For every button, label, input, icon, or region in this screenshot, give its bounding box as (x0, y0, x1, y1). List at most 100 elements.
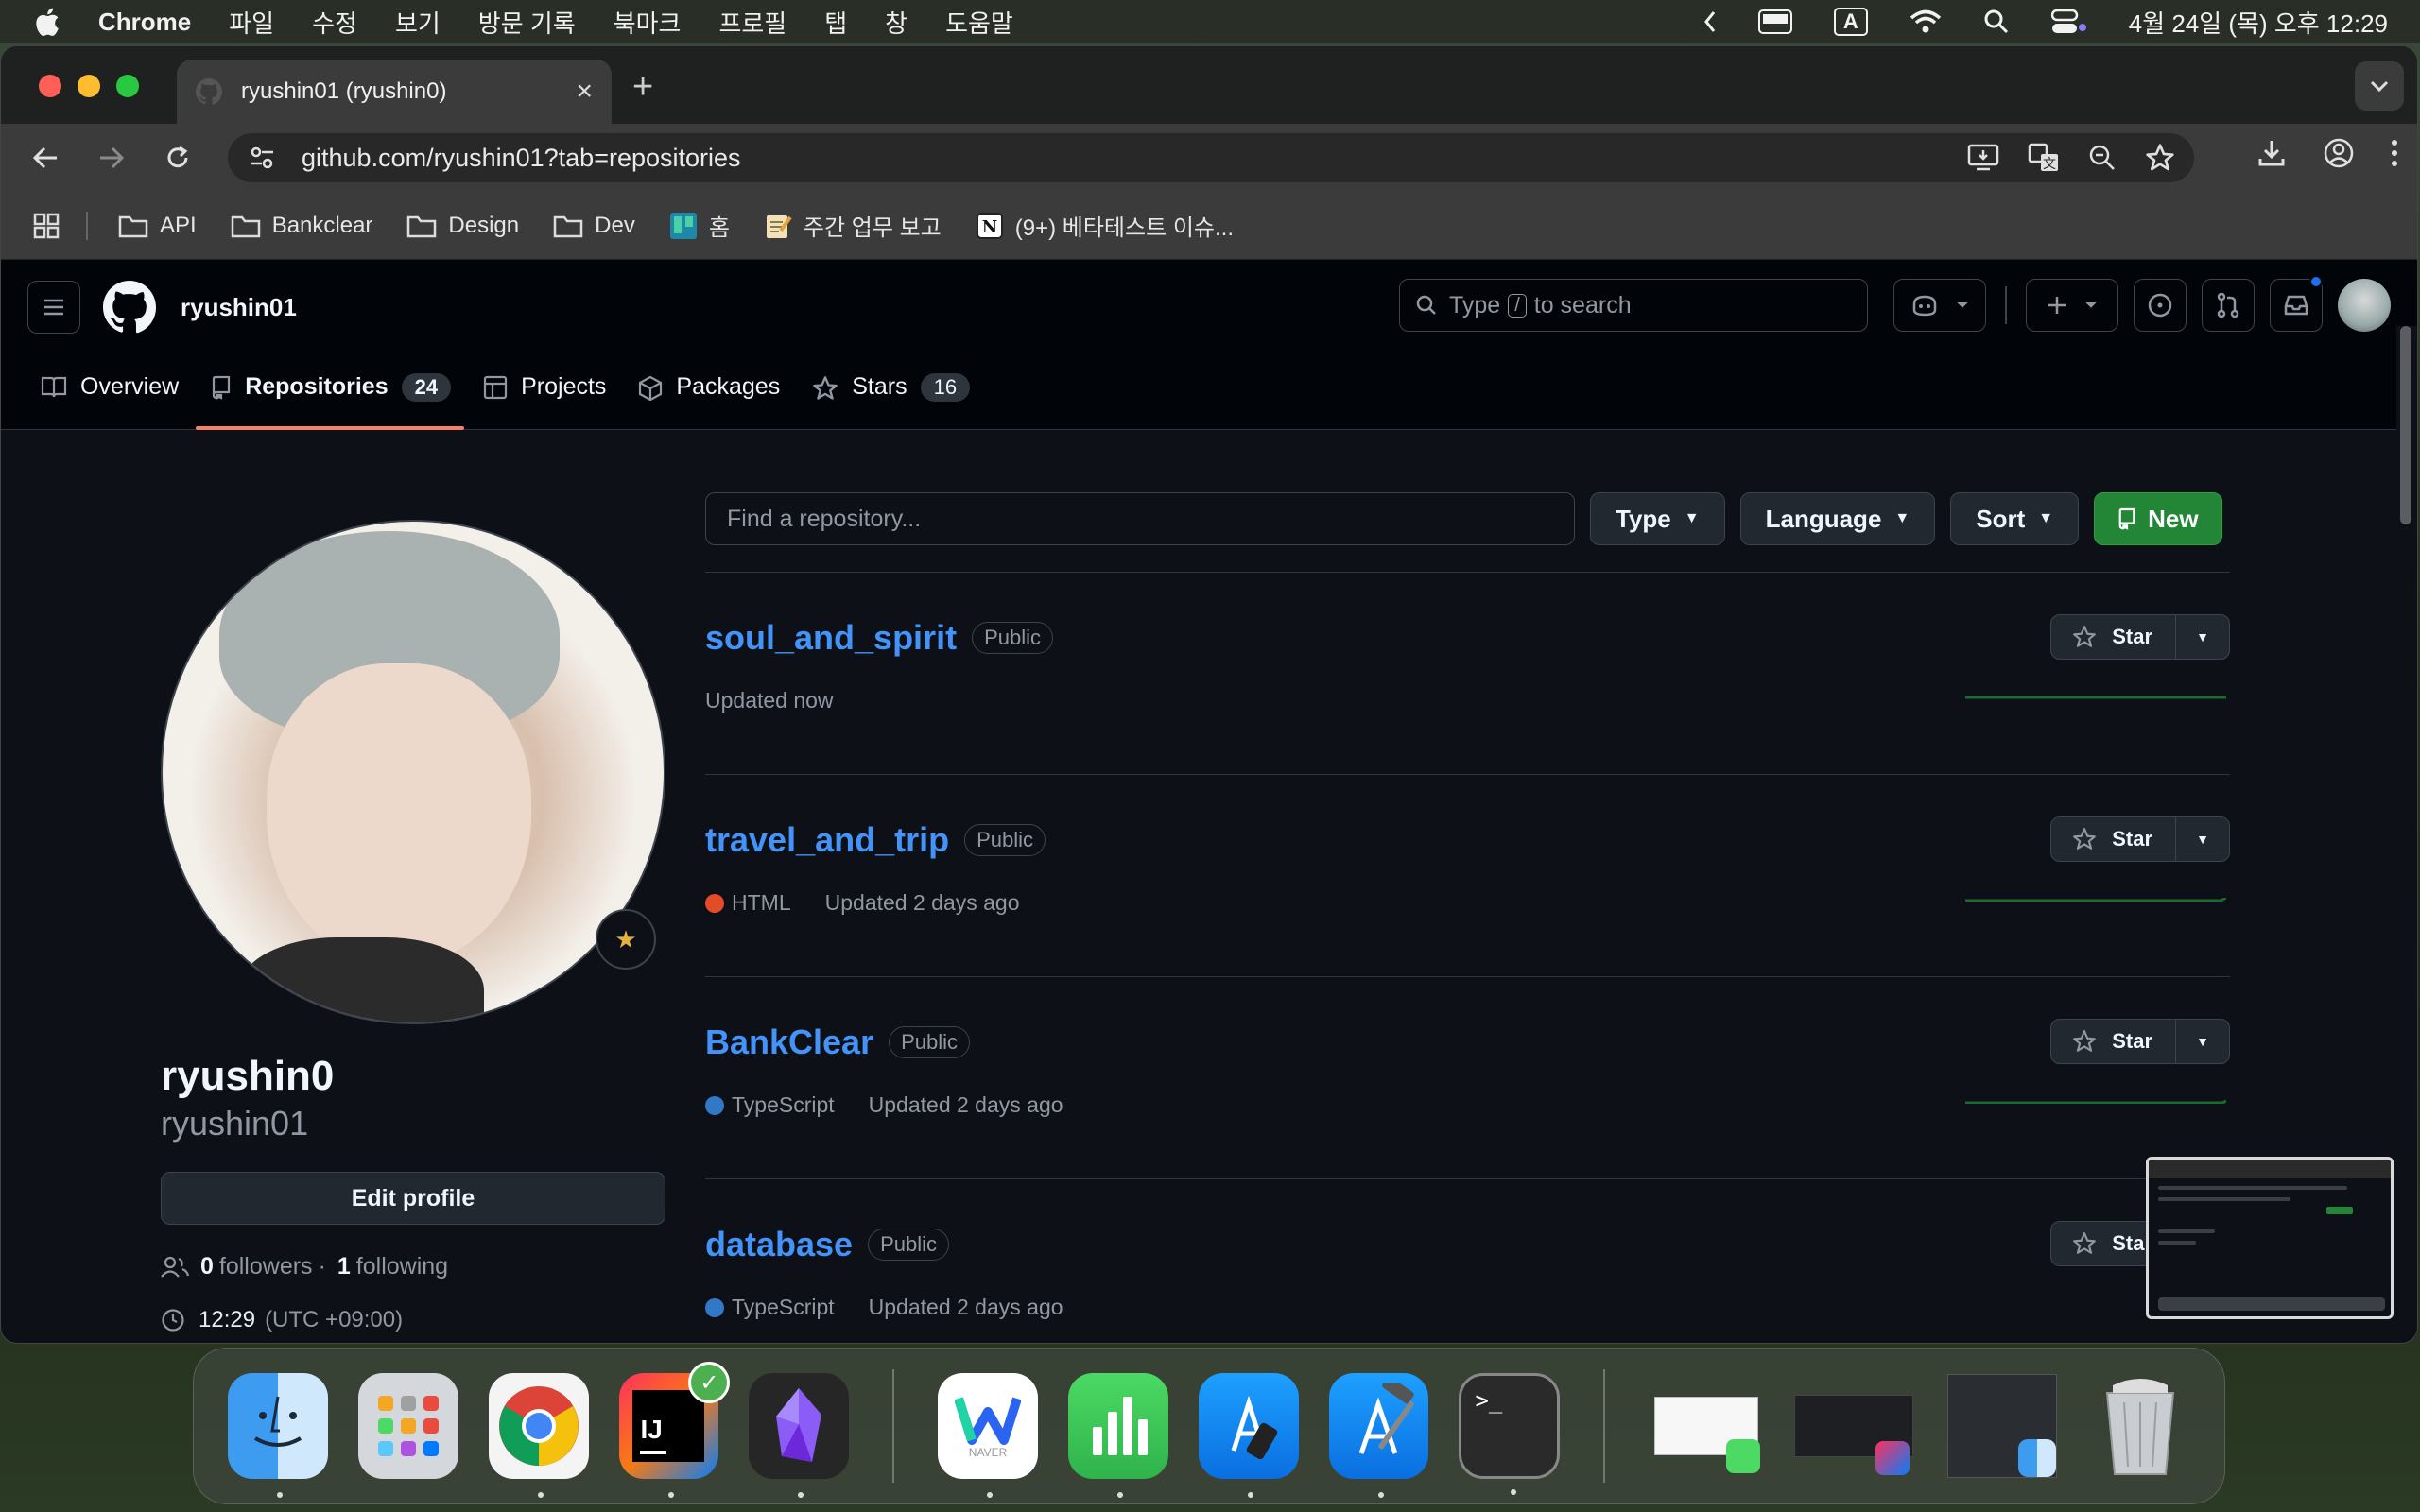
chrome-icon[interactable] (488, 1373, 589, 1498)
page-scrollbar[interactable] (2396, 326, 2417, 1343)
input-source-indicator[interactable]: A (1833, 8, 1868, 36)
browser-tab-active[interactable]: ryushin01 (ryushin0) × (177, 60, 612, 124)
star-list-dropdown[interactable]: ▼ (2176, 1020, 2229, 1063)
menu-window[interactable]: 창 (885, 5, 908, 40)
address-bar[interactable]: github.com/ryushin01?tab=repositories 文 (228, 133, 2194, 182)
menu-bookmarks[interactable]: 북마크 (614, 5, 682, 40)
new-tab-icon[interactable]: + (632, 67, 653, 108)
find-repository-input[interactable] (705, 492, 1575, 545)
repo-name-link[interactable]: BankClear (705, 1022, 873, 1062)
launchpad-icon[interactable] (357, 1373, 458, 1479)
tab-projects[interactable]: Projects (481, 358, 619, 430)
finder-icon[interactable] (228, 1373, 328, 1498)
menu-view[interactable]: 보기 (395, 5, 441, 40)
menubar-clock[interactable]: 4월 24일 (목) 오후 12:29 (2129, 5, 2388, 40)
menu-file[interactable]: 파일 (229, 5, 274, 40)
minimized-finder-window[interactable] (1944, 1373, 2060, 1479)
star-button[interactable]: Star (2051, 817, 2176, 861)
copilot-button[interactable] (1893, 279, 1986, 332)
close-window-button[interactable] (39, 75, 61, 97)
translate-icon[interactable]: 文 (2028, 143, 2060, 173)
open-global-nav-button[interactable] (27, 281, 80, 334)
followers-link[interactable]: followers (219, 1253, 313, 1280)
bookmark-weekly-report[interactable]: 주간 업무 보고 (764, 209, 942, 242)
edit-profile-button[interactable]: Edit profile (161, 1172, 666, 1225)
menu-profile[interactable]: 프로필 (718, 5, 786, 40)
xcode-icon[interactable] (1328, 1373, 1429, 1498)
apple-menu-icon[interactable] (32, 6, 60, 38)
terminal-icon[interactable]: >_ (1459, 1373, 1560, 1495)
numbers-icon[interactable] (1067, 1373, 1168, 1498)
forward-button[interactable] (90, 136, 133, 180)
trash-icon[interactable] (2090, 1373, 2190, 1479)
following-count[interactable]: 1 (337, 1253, 351, 1280)
tab-packages[interactable]: Packages (636, 358, 793, 430)
bookmark-folder-api[interactable]: API (118, 213, 197, 239)
profile-avatar[interactable] (161, 520, 666, 1024)
keyboard-brightness-icon[interactable] (1757, 9, 1792, 34)
github-search-input[interactable]: Type / to search (1399, 279, 1868, 332)
tab-repositories[interactable]: Repositories 24 (196, 358, 465, 430)
menu-help[interactable]: 도움말 (945, 5, 1013, 40)
menu-history[interactable]: 방문 기록 (478, 5, 576, 40)
header-username[interactable]: ryushin01 (181, 293, 297, 322)
kebab-menu-icon[interactable] (2391, 139, 2398, 167)
reload-button[interactable] (156, 136, 199, 180)
maximize-window-button[interactable] (116, 75, 139, 97)
bookmark-folder-bankclear[interactable]: Bankclear (231, 213, 372, 239)
wifi-icon[interactable] (1910, 9, 1942, 34)
intellij-icon[interactable]: IJ ✓ (618, 1362, 731, 1498)
user-avatar[interactable] (2338, 279, 2391, 332)
create-new-button[interactable] (2026, 279, 2118, 332)
minimized-numbers-window[interactable] (1649, 1373, 1765, 1479)
minimized-intellij-window[interactable] (1794, 1373, 1914, 1479)
naver-whale-icon[interactable]: NAVER (938, 1373, 1038, 1498)
close-tab-icon[interactable]: × (576, 76, 593, 108)
bookmark-star-icon[interactable] (2145, 143, 2175, 173)
minimize-window-button[interactable] (78, 75, 100, 97)
star-list-dropdown[interactable]: ▼ (2176, 817, 2229, 861)
obsidian-icon[interactable] (749, 1373, 850, 1498)
spotlight-search-icon[interactable] (1983, 9, 2010, 35)
chevron-left-icon[interactable] (1703, 10, 1717, 33)
profile-icon[interactable] (2323, 137, 2355, 169)
sort-button[interactable]: Sort ▼ (1950, 492, 2080, 545)
app-name[interactable]: Chrome (98, 8, 191, 37)
install-app-icon[interactable] (1967, 144, 1999, 172)
bookmark-home[interactable]: 홈 (669, 209, 730, 242)
star-list-dropdown[interactable]: ▼ (2176, 615, 2229, 659)
screenshot-preview-thumbnail[interactable] (2146, 1157, 2394, 1319)
github-logo-icon[interactable] (103, 281, 156, 334)
simulator-icon[interactable] (1198, 1373, 1299, 1498)
new-repository-button[interactable]: New (2094, 492, 2222, 545)
star-button[interactable]: Star (2051, 615, 2176, 659)
tab-label: Overview (80, 373, 180, 400)
tab-search-button[interactable] (2355, 61, 2404, 111)
following-link[interactable]: following (356, 1253, 448, 1280)
pull-requests-button[interactable] (2202, 279, 2255, 332)
repo-name-link[interactable]: travel_and_trip (705, 820, 949, 860)
star-button[interactable]: Star (2051, 1020, 2176, 1063)
control-center-icon[interactable] (2050, 9, 2087, 35)
issues-button[interactable] (2134, 279, 2187, 332)
url-text[interactable]: github.com/ryushin01?tab=repositories (302, 144, 741, 173)
tab-stars[interactable]: Stars 16 (810, 358, 983, 430)
apps-grid-icon[interactable] (33, 213, 60, 239)
repo-name-link[interactable]: database (705, 1225, 853, 1264)
language-filter-button[interactable]: Language ▼ (1739, 492, 1936, 545)
back-button[interactable] (24, 136, 67, 180)
bookmark-folder-dev[interactable]: Dev (553, 213, 635, 239)
menu-edit[interactable]: 수정 (312, 5, 357, 40)
menu-tab[interactable]: 탭 (824, 5, 847, 40)
repo-name-link[interactable]: soul_and_spirit (705, 618, 957, 658)
type-filter-button[interactable]: Type ▼ (1590, 492, 1725, 545)
tab-overview[interactable]: Overview (39, 358, 192, 430)
site-info-icon[interactable] (247, 143, 277, 173)
followers-count[interactable]: 0 (200, 1253, 214, 1280)
bookmark-folder-design[interactable]: Design (406, 213, 519, 239)
zoom-icon[interactable] (2088, 144, 2117, 172)
download-icon[interactable] (2256, 138, 2287, 168)
status-star-icon[interactable]: ★ (596, 909, 656, 970)
scrollbar-thumb[interactable] (2400, 326, 2411, 524)
bookmark-beta-test-issues[interactable]: N (9+) 베타테스트 이슈... (976, 209, 1234, 242)
